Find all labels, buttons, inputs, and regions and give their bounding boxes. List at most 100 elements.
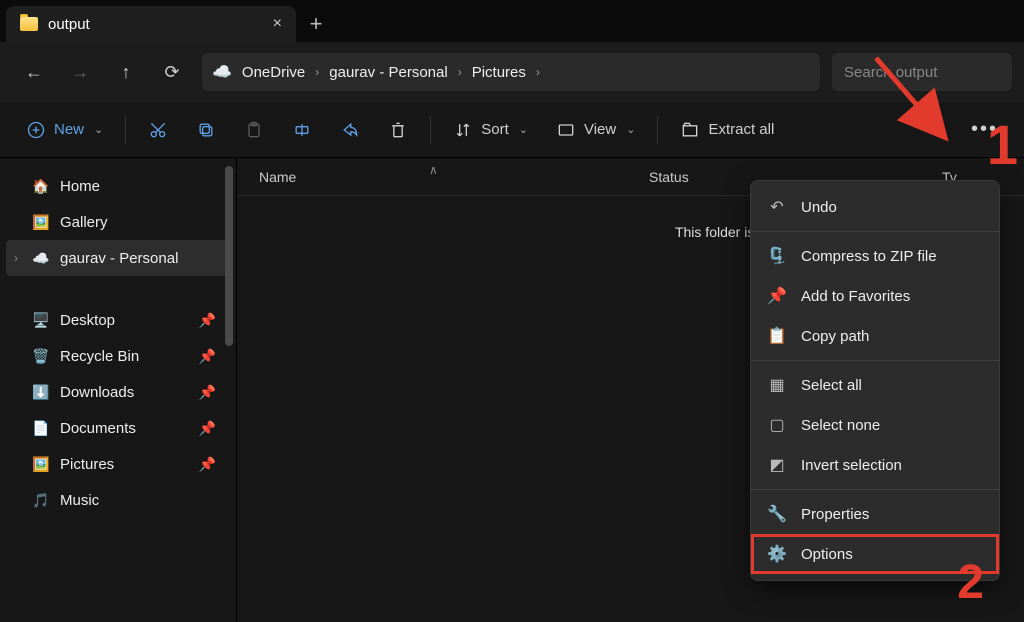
sidebar-item-home[interactable]: 🏠 Home — [0, 168, 236, 204]
pin-icon: 📌 — [199, 384, 216, 401]
menu-label: Copy path — [801, 328, 869, 345]
pin-icon: 📌 — [199, 312, 216, 329]
sidebar-item-downloads[interactable]: ⬇️ Downloads 📌 — [0, 374, 236, 410]
chevron-right-icon[interactable]: › — [14, 251, 18, 265]
close-icon[interactable]: × — [273, 15, 282, 33]
sidebar-label: gaurav - Personal — [60, 250, 178, 267]
new-label: New — [54, 121, 84, 138]
sort-label: Sort — [481, 121, 509, 138]
menu-properties[interactable]: 🔧Properties — [751, 494, 999, 534]
chevron-right-icon: › — [458, 65, 462, 79]
onedrive-icon: ☁️ — [212, 62, 232, 82]
menu-selectnone[interactable]: ▢ Select none — [751, 405, 999, 445]
invert-icon: ◩ — [767, 455, 787, 475]
sidebar-label: Pictures — [60, 456, 114, 473]
refresh-button[interactable]: ⟳ — [150, 50, 194, 94]
menu-label: Select all — [801, 377, 862, 394]
home-icon: 🏠 — [32, 177, 50, 195]
desktop-icon: 🖥️ — [32, 311, 50, 329]
address-bar[interactable]: ☁️ OneDrive › gaurav - Personal › Pictur… — [202, 53, 820, 91]
divider — [125, 116, 126, 144]
column-name[interactable]: Name∧ — [259, 169, 619, 185]
copy-icon: 📋 — [767, 326, 787, 346]
paste-button[interactable] — [232, 110, 276, 150]
wrench-icon: 🔧 — [767, 504, 787, 524]
sort-asc-icon: ∧ — [429, 163, 438, 177]
view-button[interactable]: View ⌄ — [544, 110, 647, 150]
menu-label: Options — [801, 546, 853, 563]
menu-copypath[interactable]: 📋 Copy path — [751, 316, 999, 356]
tab-bar: output × + — [0, 0, 1024, 42]
column-status[interactable]: Status — [649, 169, 759, 185]
pin-icon: 📌 — [767, 286, 787, 306]
menu-compress[interactable]: 🗜️Compress to ZIP file — [751, 236, 999, 276]
sidebar-item-personal[interactable]: › ☁️ gaurav - Personal — [6, 240, 230, 276]
menu-separator — [751, 360, 999, 361]
menu-label: Add to Favorites — [801, 288, 910, 305]
sidebar-item-recycle[interactable]: 🗑️ Recycle Bin 📌 — [0, 338, 236, 374]
menu-undo[interactable]: ↶Undo — [751, 187, 999, 227]
pictures-icon: 🖼️ — [32, 455, 50, 473]
chevron-right-icon: › — [315, 65, 319, 79]
selectnone-icon: ▢ — [767, 415, 787, 435]
extract-label: Extract all — [708, 121, 774, 138]
pin-icon: 📌 — [199, 348, 216, 365]
sidebar-item-desktop[interactable]: 🖥️ Desktop 📌 — [0, 302, 236, 338]
more-menu: ↶Undo 🗜️Compress to ZIP file 📌 Add to Fav… — [750, 180, 1000, 581]
sidebar: 🏠Home 🖼️Gallery ›☁️gaurav - Personal 🖥️D… — [0, 158, 237, 622]
chevron-right-icon: › — [536, 65, 540, 79]
sidebar-label: Recycle Bin — [60, 348, 139, 365]
gear-icon: ⚙️ — [767, 544, 787, 564]
annotation-arrow — [866, 48, 956, 148]
sidebar-label: Desktop — [60, 312, 115, 329]
sidebar-label: Downloads — [60, 384, 134, 401]
annotation-2: 2 — [957, 555, 984, 610]
rename-button[interactable] — [280, 110, 324, 150]
menu-separator — [751, 231, 999, 232]
pin-icon: 📌 — [199, 456, 216, 473]
tab-title: output — [48, 16, 263, 33]
menu-label: Select none — [801, 417, 880, 434]
recycle-icon: 🗑️ — [32, 347, 50, 365]
documents-icon: 📄 — [32, 419, 50, 437]
share-button[interactable] — [328, 110, 372, 150]
divider — [657, 116, 658, 144]
onedrive-icon: ☁️ — [32, 249, 50, 267]
download-icon: ⬇️ — [32, 383, 50, 401]
tab-output[interactable]: output × — [6, 6, 296, 42]
menu-favorites[interactable]: 📌 Add to Favorites — [751, 276, 999, 316]
menu-separator — [751, 489, 999, 490]
copy-button[interactable] — [184, 110, 228, 150]
selectall-icon: ▦ — [767, 375, 787, 395]
menu-invert[interactable]: ◩Invert selection — [751, 445, 999, 485]
breadcrumb-pictures[interactable]: Pictures — [468, 64, 530, 81]
new-button[interactable]: New ⌄ — [14, 110, 115, 150]
divider — [430, 116, 431, 144]
folder-icon — [20, 17, 38, 31]
sort-button[interactable]: Sort ⌄ — [441, 110, 540, 150]
chevron-down-icon: ⌄ — [94, 123, 103, 136]
chevron-down-icon: ⌄ — [626, 123, 635, 136]
breadcrumb-personal[interactable]: gaurav - Personal — [325, 64, 451, 81]
sidebar-item-documents[interactable]: 📄Documents📌 — [0, 410, 236, 446]
menu-label: Undo — [801, 199, 837, 216]
annotation-1: 1 — [987, 112, 1018, 177]
delete-button[interactable] — [376, 110, 420, 150]
music-icon: 🎵 — [32, 491, 50, 509]
sidebar-label: Home — [60, 178, 100, 195]
up-button[interactable]: ↑ — [104, 50, 148, 94]
extract-all-button[interactable]: Extract all — [668, 110, 786, 150]
sidebar-item-gallery[interactable]: 🖼️Gallery — [0, 204, 236, 240]
sidebar-item-music[interactable]: 🎵 Music — [0, 482, 236, 518]
cut-button[interactable] — [136, 110, 180, 150]
zip-icon: 🗜️ — [767, 246, 787, 266]
sidebar-label: Gallery — [60, 214, 108, 231]
back-button[interactable]: ← — [12, 50, 56, 94]
sidebar-item-pictures[interactable]: 🖼️ Pictures 📌 — [0, 446, 236, 482]
forward-button[interactable]: → — [58, 50, 102, 94]
menu-selectall[interactable]: ▦ Select all — [751, 365, 999, 405]
breadcrumb-onedrive[interactable]: OneDrive — [238, 64, 309, 81]
sidebar-label: Music — [60, 492, 99, 509]
new-tab-button[interactable]: + — [296, 6, 336, 42]
chevron-down-icon: ⌄ — [519, 123, 528, 136]
